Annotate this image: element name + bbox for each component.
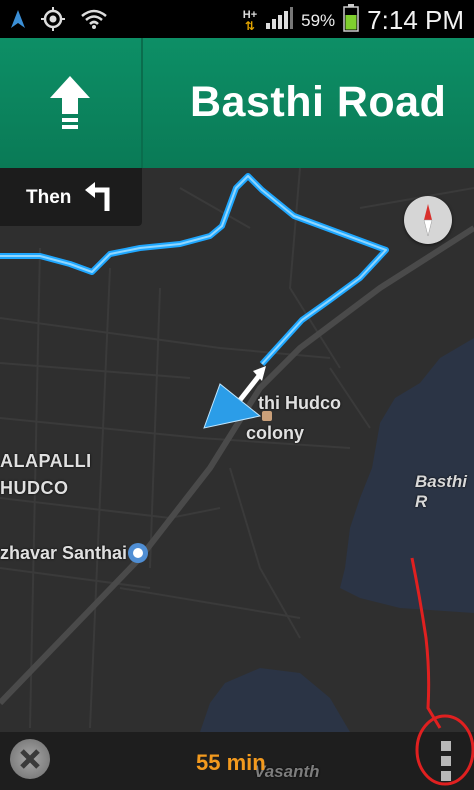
next-turn-panel: Then <box>0 168 142 226</box>
signal-icon <box>265 6 294 35</box>
map-label-santhai: zhavar Santhai <box>0 543 128 563</box>
road-name: Basthi Road <box>190 78 447 126</box>
compass-icon <box>423 204 433 237</box>
battery-percent: 59% <box>301 10 336 30</box>
map-label-basthi: Basthi R <box>415 472 467 511</box>
compass-button[interactable] <box>404 196 452 244</box>
close-navigation-button[interactable] <box>10 739 50 779</box>
map-label-hudco-line2: colony <box>246 423 305 443</box>
map-view[interactable] <box>0 168 474 732</box>
navigation-icon <box>10 9 26 34</box>
turn-left-icon <box>85 182 113 217</box>
red-annotation-circle <box>415 714 474 786</box>
arrow-up-icon <box>50 76 90 135</box>
map-label-hudco-line1: thi Hudco <box>258 393 341 413</box>
data-arrows-icon: ⇅ <box>244 18 255 33</box>
map-label-lapalli-line2: HUDCO <box>0 478 69 498</box>
wifi-icon <box>80 8 108 35</box>
battery-icon <box>343 4 359 37</box>
maneuver-panel <box>0 38 143 168</box>
network-type-indicator: H+ ⇅ <box>243 9 257 33</box>
status-time: 7:14 PM <box>367 5 464 35</box>
close-icon <box>20 749 40 769</box>
direction-banner[interactable]: Basthi Road <box>0 38 474 168</box>
status-bar: H+ ⇅ 59% 7:14 PM <box>0 0 474 38</box>
gps-icon <box>40 6 66 37</box>
map-label-lapalli-line1: ALAPALLI <box>0 451 92 471</box>
water-area-south <box>200 668 350 732</box>
eta-label: 55 min <box>196 750 266 775</box>
then-label: Then <box>26 187 72 208</box>
